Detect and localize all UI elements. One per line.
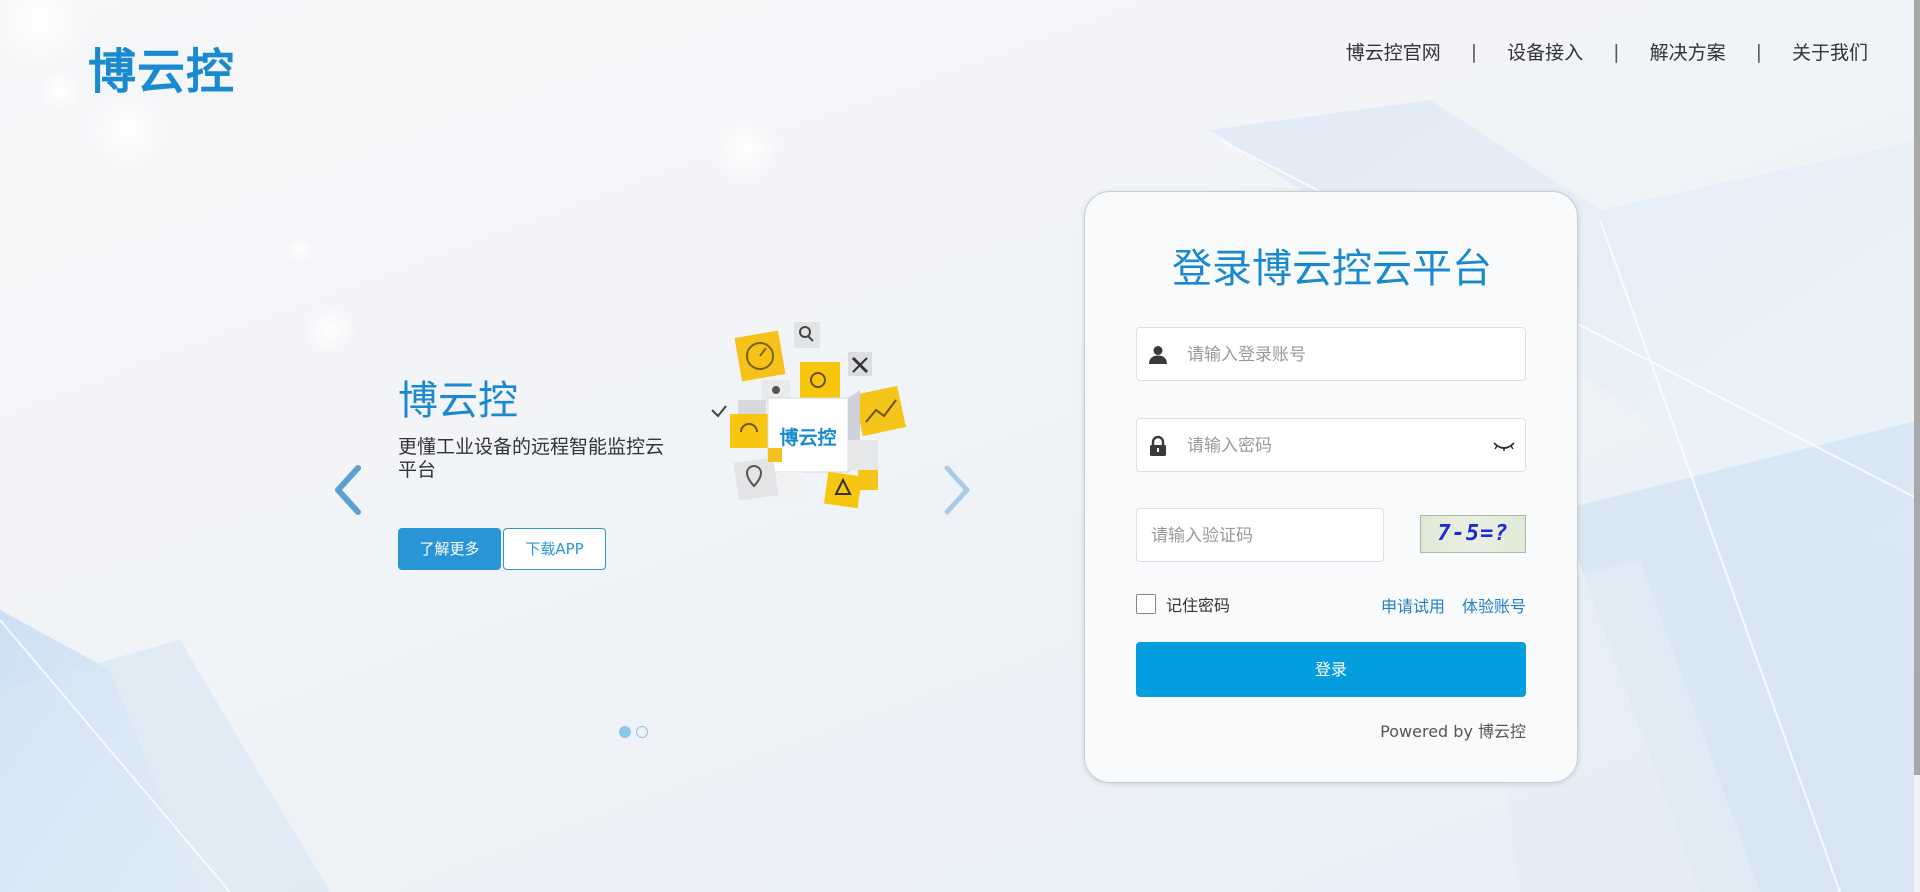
iot-cubes-illustration: 博云控 bbox=[711, 322, 906, 509]
nav-separator: | bbox=[1755, 40, 1762, 63]
user-icon bbox=[1149, 346, 1167, 364]
nav-device-access[interactable]: 设备接入 bbox=[1507, 38, 1583, 65]
logo[interactable]: 博云控 bbox=[88, 32, 235, 102]
carousel-next-icon[interactable] bbox=[935, 462, 975, 518]
powered-by-text: Powered by 博云控 bbox=[1380, 722, 1526, 741]
remember-checkbox[interactable] bbox=[1136, 594, 1156, 614]
captcha-input[interactable] bbox=[1149, 509, 1373, 563]
password-input[interactable] bbox=[1185, 419, 1489, 473]
nav-separator: | bbox=[1470, 40, 1478, 63]
password-field[interactable] bbox=[1136, 418, 1526, 473]
carousel-indicators bbox=[619, 726, 653, 738]
username-input[interactable] bbox=[1185, 328, 1489, 382]
captcha-image[interactable]: 7-5=? bbox=[1420, 515, 1526, 553]
account-links: 申请试用 体验账号 bbox=[1381, 593, 1526, 617]
apply-trial-link[interactable]: 申请试用 bbox=[1381, 593, 1445, 617]
remember-label: 记住密码 bbox=[1166, 596, 1231, 615]
carousel-dot-1[interactable] bbox=[619, 726, 631, 738]
login-button[interactable]: 登录 bbox=[1136, 642, 1526, 697]
remember-password[interactable]: 记住密码 bbox=[1136, 592, 1230, 616]
login-card: 登录博云控云平台 7-5=? bbox=[1084, 191, 1578, 783]
login-title: 登录博云控云平台 bbox=[1172, 246, 1492, 292]
slide-description: 更懂工业设备的远程智能监控云平台 bbox=[398, 436, 665, 481]
carousel-prev-icon[interactable] bbox=[330, 462, 370, 518]
nav-about-us[interactable]: 关于我们 bbox=[1792, 38, 1868, 65]
nav-official-site[interactable]: 博云控官网 bbox=[1346, 38, 1441, 65]
eye-closed-icon[interactable] bbox=[1493, 439, 1515, 453]
lock-icon bbox=[1150, 435, 1166, 456]
scrollbar-track[interactable] bbox=[1914, 0, 1920, 892]
demo-account-link[interactable]: 体验账号 bbox=[1462, 593, 1526, 617]
background-decoration bbox=[0, 0, 1920, 892]
captcha-field[interactable] bbox=[1136, 508, 1384, 563]
nav-solutions[interactable]: 解决方案 bbox=[1650, 38, 1726, 65]
login-page: 博云控 博云控官网 | 设备接入 | 解决方案 | 关于我们 博云控 更懂工业设… bbox=[0, 0, 1920, 892]
nav-separator: | bbox=[1613, 40, 1620, 63]
illustration-brand-text: 博云控 bbox=[779, 426, 836, 449]
carousel-dot-2[interactable] bbox=[636, 726, 648, 738]
slide-title: 博云控 bbox=[398, 378, 518, 424]
download-app-button[interactable]: 下载APP bbox=[503, 528, 606, 570]
scrollbar-thumb[interactable] bbox=[1914, 0, 1920, 775]
top-nav: 博云控官网 | 设备接入 | 解决方案 | 关于我们 bbox=[1346, 38, 1868, 65]
learn-more-button[interactable]: 了解更多 bbox=[398, 528, 501, 570]
username-field[interactable] bbox=[1136, 327, 1526, 382]
